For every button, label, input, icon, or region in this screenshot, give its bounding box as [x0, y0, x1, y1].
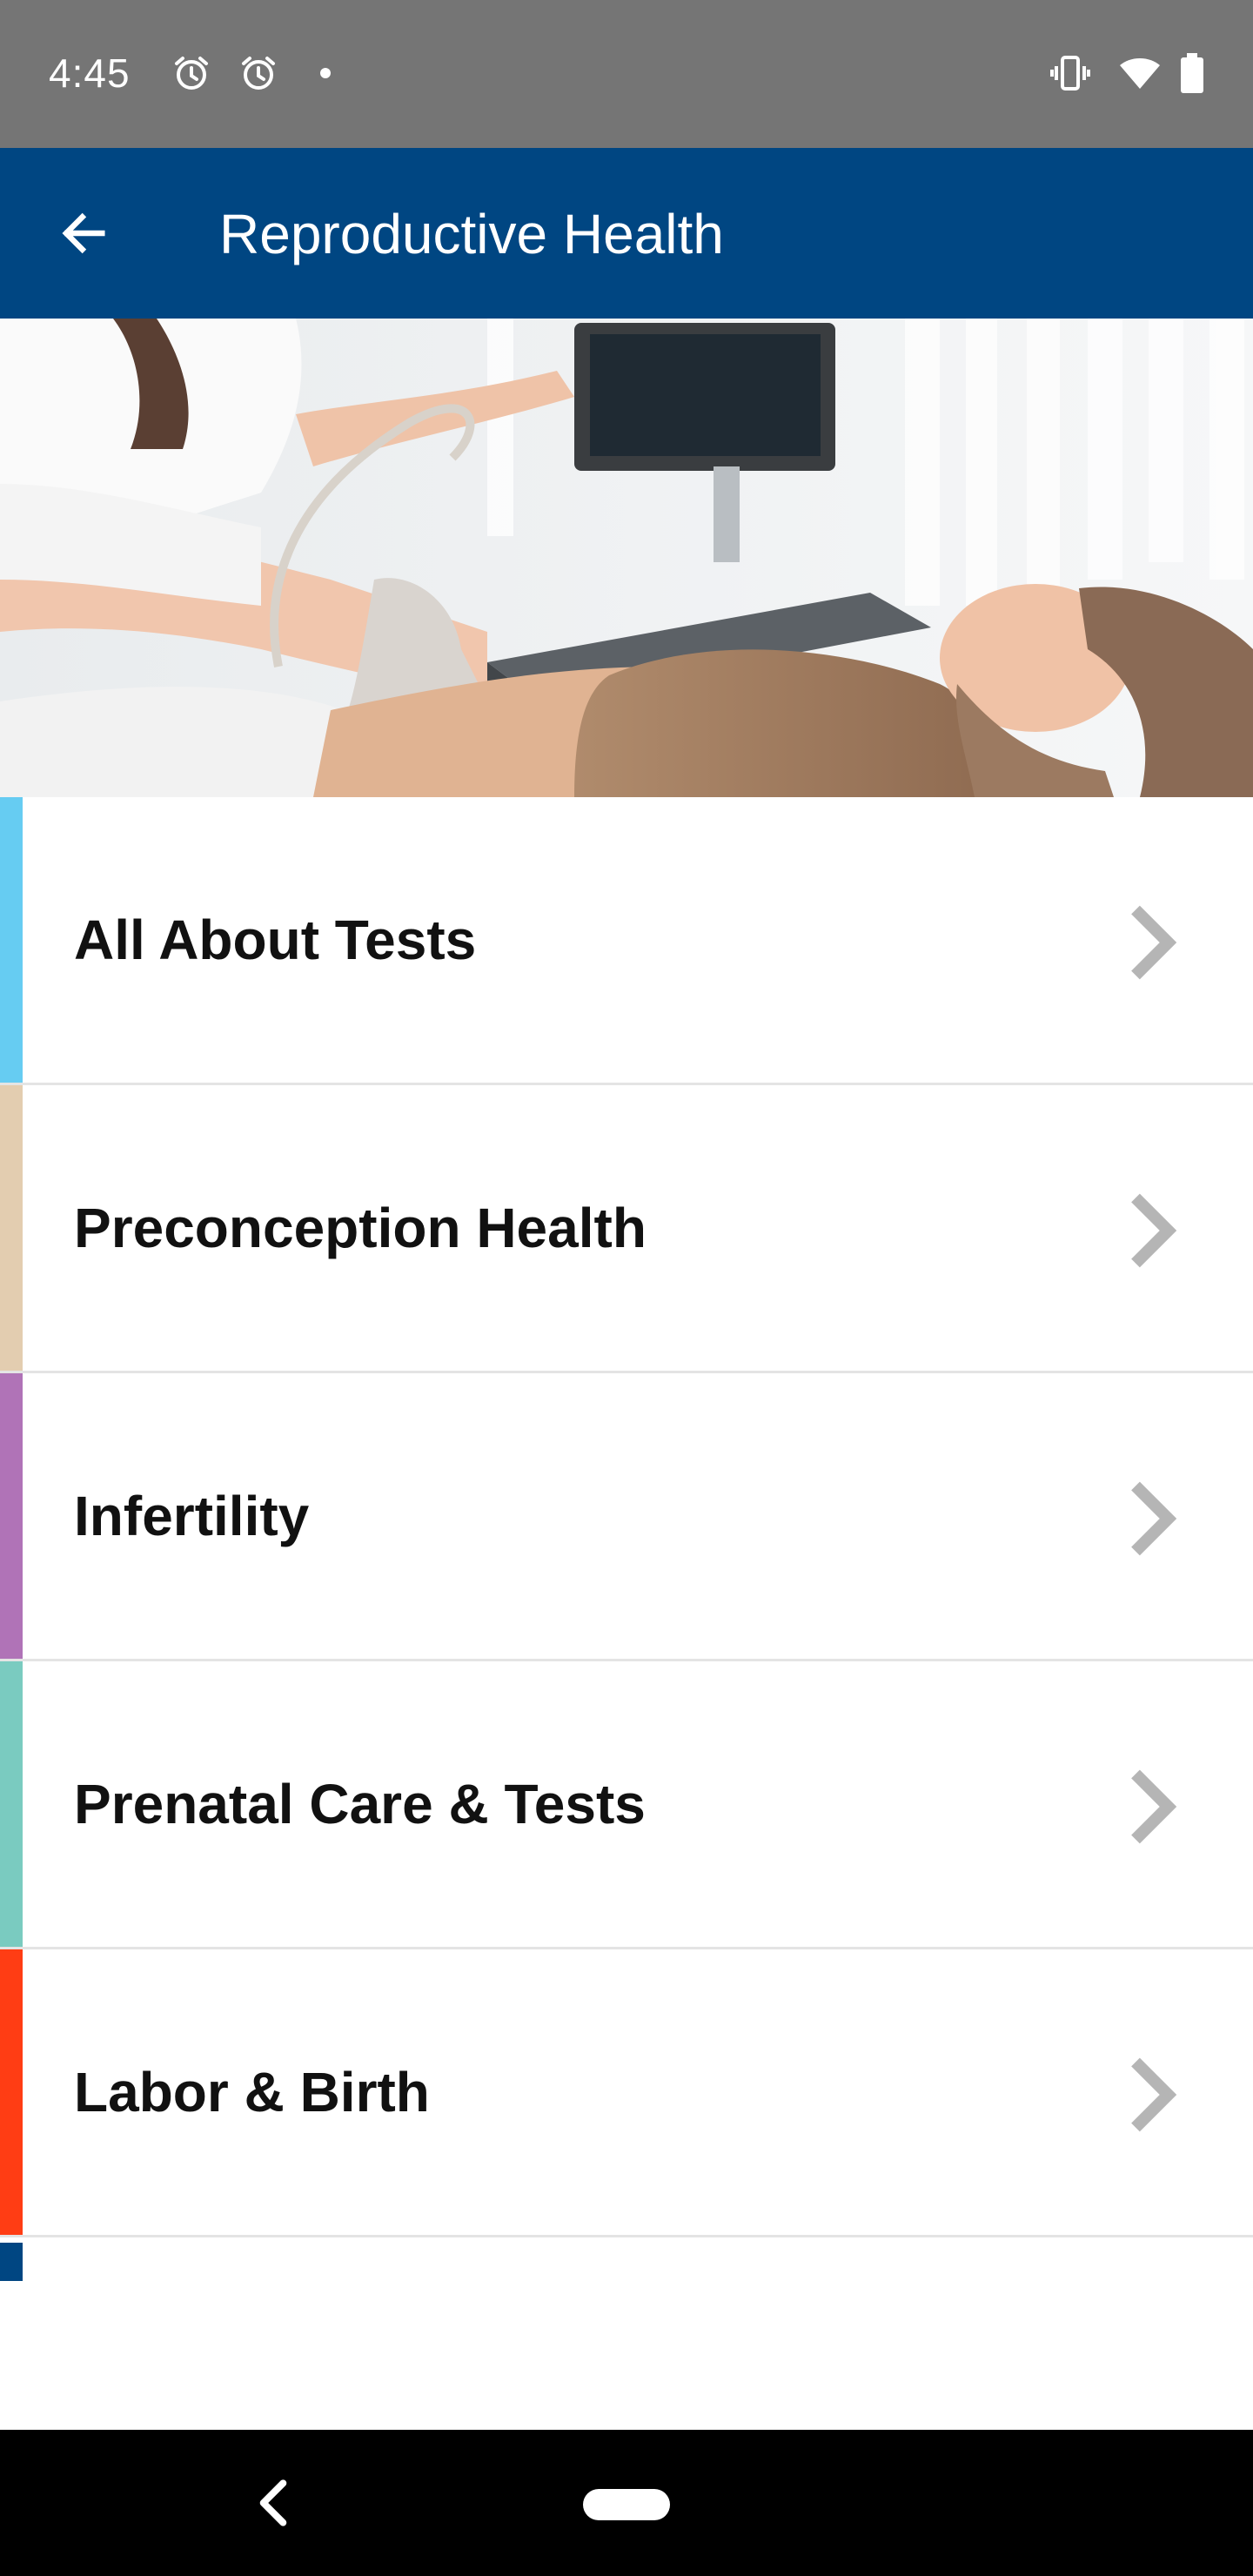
chevron-right-icon	[1122, 903, 1183, 982]
topic-accent-bar	[0, 797, 23, 1083]
nav-home-pill[interactable]	[583, 2489, 670, 2520]
topic-accent-bar-partial	[0, 2243, 23, 2281]
notification-dot-icon	[310, 52, 341, 94]
topic-label: Preconception Health	[74, 1197, 647, 1259]
topic-accent-bar	[0, 1085, 23, 1371]
chevron-right-icon	[1122, 1479, 1183, 1558]
chevron-right-icon	[1122, 1768, 1183, 1846]
battery-icon	[1176, 52, 1208, 94]
topic-accent-bar	[0, 1949, 23, 2235]
topic-label: All About Tests	[74, 909, 477, 971]
topic-item-infertility[interactable]: Infertility	[0, 1373, 1253, 1661]
hero-image	[0, 319, 1253, 797]
topic-label: Infertility	[74, 1485, 310, 1547]
topic-accent-bar	[0, 1661, 23, 1947]
alarm-icon	[171, 52, 212, 94]
status-time: 4:45	[49, 50, 131, 96]
topic-item-preconception-health[interactable]: Preconception Health	[0, 1085, 1253, 1373]
chevron-right-icon	[1122, 2056, 1183, 2134]
wifi-icon	[1116, 52, 1164, 94]
topic-label: Prenatal Care & Tests	[74, 1773, 646, 1835]
back-button[interactable]	[42, 191, 125, 275]
page-title: Reproductive Health	[219, 203, 724, 265]
arrow-left-icon	[62, 212, 105, 254]
vibrate-icon	[1049, 52, 1091, 94]
app-bar: Reproductive Health	[0, 148, 1253, 319]
system-nav-bar	[0, 2430, 1253, 2576]
nav-back-icon[interactable]	[249, 2473, 298, 2532]
topic-item-all-about-tests[interactable]: All About Tests	[0, 797, 1253, 1085]
topic-label: Labor & Birth	[74, 2061, 430, 2123]
topic-accent-bar	[0, 1373, 23, 1659]
topic-item-prenatal-care-tests[interactable]: Prenatal Care & Tests	[0, 1661, 1253, 1949]
chevron-right-icon	[1122, 1191, 1183, 1270]
topic-list: All About Tests Preconception Health Inf…	[0, 797, 1253, 2237]
topic-item-labor-birth[interactable]: Labor & Birth	[0, 1949, 1253, 2237]
alarm-icon	[238, 52, 279, 94]
status-bar: 4:45	[0, 0, 1253, 148]
